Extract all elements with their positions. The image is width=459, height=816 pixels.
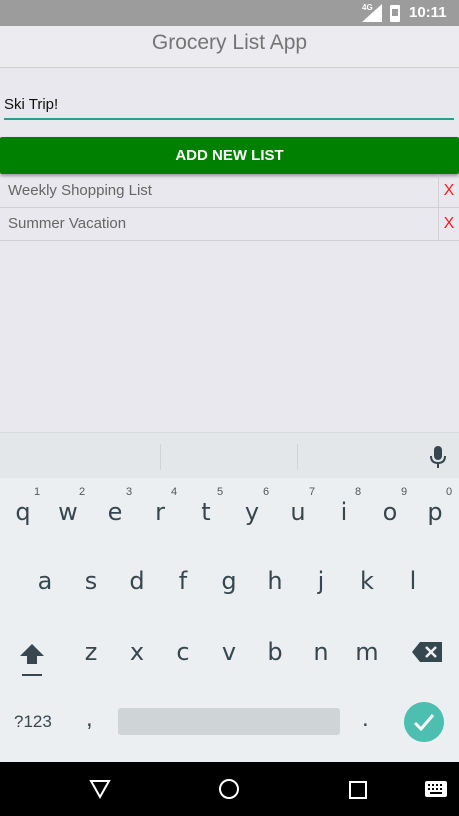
- key-v[interactable]: v: [217, 638, 241, 666]
- key-o[interactable]: o: [378, 498, 402, 526]
- key-w[interactable]: w: [56, 498, 80, 526]
- grocery-lists: Weekly Shopping List X Summer Vacation X: [0, 175, 459, 241]
- key-number-hint: 0: [446, 486, 453, 498]
- screen: 4G 10:11 Grocery List App ADD NEW LIST W…: [0, 0, 459, 816]
- key-q[interactable]: q: [11, 498, 35, 526]
- key-k[interactable]: k: [355, 567, 379, 595]
- key-h[interactable]: h: [263, 567, 287, 595]
- square-recents-icon[interactable]: [348, 780, 368, 800]
- app-header: Grocery List App: [0, 26, 459, 68]
- key-number-hint: 2: [79, 486, 86, 498]
- suggestion-divider: [160, 444, 161, 470]
- key-j[interactable]: j: [309, 567, 333, 595]
- list-item[interactable]: Summer Vacation X: [0, 208, 459, 241]
- key-t[interactable]: t: [194, 498, 218, 526]
- list-item[interactable]: Weekly Shopping List X: [0, 175, 459, 208]
- key-e[interactable]: e: [103, 498, 127, 526]
- key-u[interactable]: u: [286, 498, 310, 526]
- check-icon[interactable]: [404, 702, 444, 742]
- key-number-hint: 9: [401, 486, 408, 498]
- key-r[interactable]: r: [148, 498, 172, 526]
- navigation-bar: [0, 762, 459, 816]
- backspace-icon[interactable]: [412, 642, 442, 662]
- status-time: 10:11: [409, 4, 447, 21]
- shift-icon[interactable]: [18, 642, 46, 678]
- symbols-key[interactable]: ?123: [14, 712, 52, 732]
- key-number-hint: 5: [217, 486, 224, 498]
- key-y[interactable]: y: [240, 498, 264, 526]
- suggestion-divider: [297, 444, 298, 470]
- key-number-hint: 1: [34, 486, 41, 498]
- delete-list-button[interactable]: X: [438, 208, 459, 240]
- battery-icon: [390, 5, 400, 22]
- key-i[interactable]: i: [332, 498, 356, 526]
- period-key[interactable]: .: [362, 705, 369, 733]
- key-f[interactable]: f: [171, 567, 195, 595]
- key-p[interactable]: p: [423, 498, 447, 526]
- app-title: Grocery List App: [151, 31, 308, 54]
- key-l[interactable]: l: [401, 567, 425, 595]
- mic-icon[interactable]: [428, 445, 448, 469]
- comma-key[interactable]: ,: [86, 705, 93, 733]
- key-g[interactable]: g: [217, 567, 241, 595]
- keyboard-icon[interactable]: [425, 781, 447, 797]
- key-z[interactable]: z: [79, 638, 103, 666]
- new-list-input[interactable]: [4, 90, 454, 120]
- suggestion-bar: [0, 432, 459, 478]
- key-number-hint: 3: [126, 486, 133, 498]
- key-number-hint: 7: [309, 486, 316, 498]
- key-m[interactable]: m: [355, 638, 379, 666]
- add-new-list-button[interactable]: ADD NEW LIST: [0, 137, 459, 174]
- circle-home-icon[interactable]: [218, 778, 240, 800]
- key-number-hint: 6: [263, 486, 270, 498]
- key-number-hint: 4: [171, 486, 178, 498]
- key-x[interactable]: x: [125, 638, 149, 666]
- space-key[interactable]: [118, 708, 340, 735]
- key-d[interactable]: d: [125, 567, 149, 595]
- key-n[interactable]: n: [309, 638, 333, 666]
- status-bar: 4G 10:11: [0, 0, 459, 26]
- list-item-name[interactable]: Weekly Shopping List: [8, 182, 152, 199]
- key-number-hint: 8: [355, 486, 362, 498]
- key-b[interactable]: b: [263, 638, 287, 666]
- delete-list-button[interactable]: X: [438, 175, 459, 207]
- key-a[interactable]: a: [33, 567, 57, 595]
- triangle-back-icon[interactable]: [89, 779, 111, 799]
- key-s[interactable]: s: [79, 567, 103, 595]
- list-item-name[interactable]: Summer Vacation: [8, 215, 126, 232]
- key-c[interactable]: c: [171, 638, 195, 666]
- network-type: 4G: [362, 3, 373, 12]
